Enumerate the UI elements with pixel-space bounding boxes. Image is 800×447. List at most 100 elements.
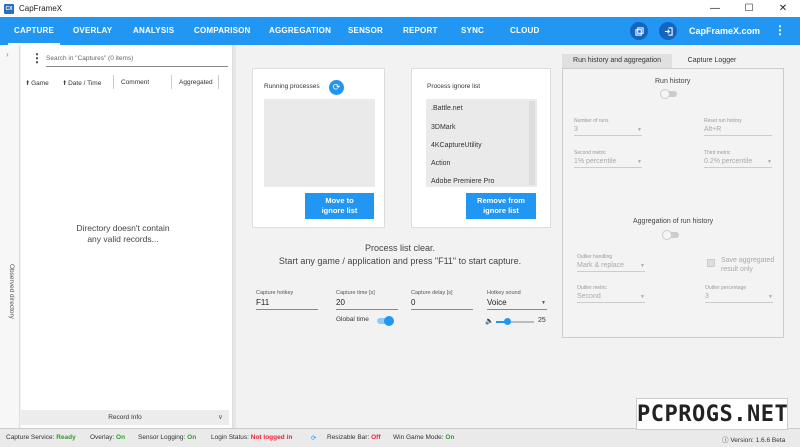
hotkey-sound-label: Hotkey sound [487,290,521,296]
tab-cloud[interactable]: CLOUD [510,17,539,45]
col-date-time[interactable]: 🠙 Date / Time [63,79,101,90]
list-item[interactable]: 3DMark [431,124,456,131]
records-panel: ⋮ Search in "Captures" (0 items) 🠙 Game … [21,45,233,428]
record-info-bar[interactable]: Record Info ∨ [21,410,229,425]
hotkey-sound-select[interactable]: Voice ▼ [487,298,547,310]
running-processes-list[interactable] [264,99,375,187]
volume-slider[interactable] [496,318,534,325]
remove-from-ignore-button[interactable]: Remove from ignore list [466,193,536,219]
list-item[interactable]: Action [431,160,450,167]
remove-btn-line2: ignore list [483,206,519,215]
screenshot-button[interactable] [630,22,648,40]
panel-divider[interactable] [233,45,236,428]
tab-sync[interactable]: SYNC [461,17,484,45]
global-time-toggle[interactable] [377,316,394,326]
game-mode-status: Win Game Mode: On [393,434,454,441]
process-status-line2: Start any game / application and press "… [278,256,522,266]
resizable-bar-label: Resizable Bar: [327,434,370,441]
toggle-knob [662,230,672,240]
toggle-knob [384,316,394,326]
aggregation-toggle[interactable] [662,230,679,240]
global-time-label: Global time [336,316,369,323]
run-history-panel: Run history Number of runs 3 ▼ Reset run … [562,68,784,338]
maximize-button[interactable]: ☐ [732,0,766,17]
number-of-runs-label: Number of runs [574,118,609,124]
outlier-percentage-select[interactable]: 3 ▼ [705,293,773,303]
resizable-bar-value: Off [371,434,381,441]
list-item[interactable]: 4KCaptureUtility [431,142,482,149]
col-comment[interactable]: Comment [121,79,149,86]
tab-sensor[interactable]: SENSOR [348,17,383,45]
run-history-label: Run history [655,78,691,85]
records-menu-icon[interactable]: ⋮ [31,51,43,65]
app-logo-icon: CX [4,3,14,14]
list-item[interactable]: .Battle.net [431,105,463,112]
expand-chevron-icon[interactable]: › [6,50,9,59]
third-metric-select[interactable]: 0.2% percentile ▼ [704,158,772,168]
second-metric-label: Second metric [574,150,606,156]
col-date-label: Date / Time [68,80,102,87]
login-button[interactable] [659,22,677,40]
run-history-toggle[interactable] [660,89,677,99]
minimize-button[interactable]: — [698,0,732,17]
save-aggregated-checkbox[interactable] [707,259,715,267]
volume-icon: 🔈 [485,318,494,325]
column-divider [171,75,172,89]
tab-analysis[interactable]: ANALYSIS [133,17,174,45]
tab-overlay[interactable]: OVERLAY [73,17,112,45]
capture-hotkey-label: Capture hotkey [256,290,294,296]
process-status-line1: Process list clear. [364,243,436,253]
capture-time-label: Capture time [s] [336,290,375,296]
toggle-knob [660,89,670,99]
empty-records-message: Directory doesn't contain any valid reco… [41,223,205,245]
tab-report[interactable]: REPORT [403,17,438,45]
ignore-list-title: Process ignore list [427,83,481,90]
capture-time-input[interactable]: 20 [336,298,398,310]
main-nav: CAPTURE OVERLAY ANALYSIS COMPARISON AGGR… [0,17,800,45]
dropdown-arrow-icon: ▼ [768,294,773,300]
tab-capture[interactable]: CAPTURE [7,17,61,45]
sensor-logging-label: Sensor Logging: [138,434,186,441]
close-button[interactable]: ✕ [766,0,800,17]
list-item[interactable]: Adobe Premiere Pro [431,178,494,185]
login-status: Login Status: Not logged in [211,434,292,441]
capture-hotkey-input[interactable]: F11 [256,298,318,310]
tab-comparison[interactable]: COMPARISON [194,17,251,45]
capture-service-label: Capture Service: [6,434,55,441]
game-mode-value: On [445,434,455,441]
title-bar: CX CapFrameX — ☐ ✕ [0,0,800,17]
ignore-list-scrollbar[interactable] [529,101,535,185]
observed-directory-strip[interactable]: › Observed directory [0,45,20,428]
chevron-down-icon: ∨ [217,414,223,421]
save-aggregated-label: Save aggregated result only [721,256,774,274]
record-info-label: Record Info [108,414,142,421]
aggregation-label: Aggregation of run history [633,218,714,225]
capture-delay-input[interactable]: 0 [411,298,473,310]
outlier-metric-select[interactable]: Second ▼ [577,293,645,303]
sensor-logging-value: On [187,434,197,441]
reset-history-hotkey-input[interactable]: Alt+R [704,126,772,136]
save-aggregated-line1: Save aggregated [721,257,775,264]
capture-service-status: Capture Service: Ready [6,434,76,441]
watermark-logo: PCPROGS.NET [636,398,788,430]
login-icon [664,26,673,36]
more-menu-icon[interactable]: ⋮ [774,23,786,37]
running-processes-title: Running processes [264,83,320,90]
reset-history-label: Reset run history [704,118,742,124]
save-aggregated-line2: result only [721,266,753,273]
move-to-ignore-button[interactable]: Move to ignore list [305,193,374,219]
col-game[interactable]: 🠙 Game [26,79,49,90]
tab-aggregation[interactable]: AGGREGATION [269,17,331,45]
brand-link[interactable]: CapFrameX.com [689,17,760,45]
number-of-runs-select[interactable]: 3 ▼ [574,126,642,136]
col-aggregated[interactable]: Aggregated [179,79,213,86]
outlier-handling-select[interactable]: Mark & replace ▼ [577,262,645,272]
tab-run-history[interactable]: Run history and aggregation [562,54,672,68]
refresh-status-icon[interactable]: ⟳ [311,434,316,442]
tab-capture-logger[interactable]: Capture Logger [672,54,752,68]
records-search-input[interactable]: Search in "Captures" (0 items) [46,53,228,67]
refresh-icon[interactable]: ⟳ [329,80,344,95]
second-metric-select[interactable]: 1% percentile ▼ [574,158,642,168]
volume-slider-handle[interactable] [504,318,512,325]
number-of-runs-value: 3 [574,126,578,133]
